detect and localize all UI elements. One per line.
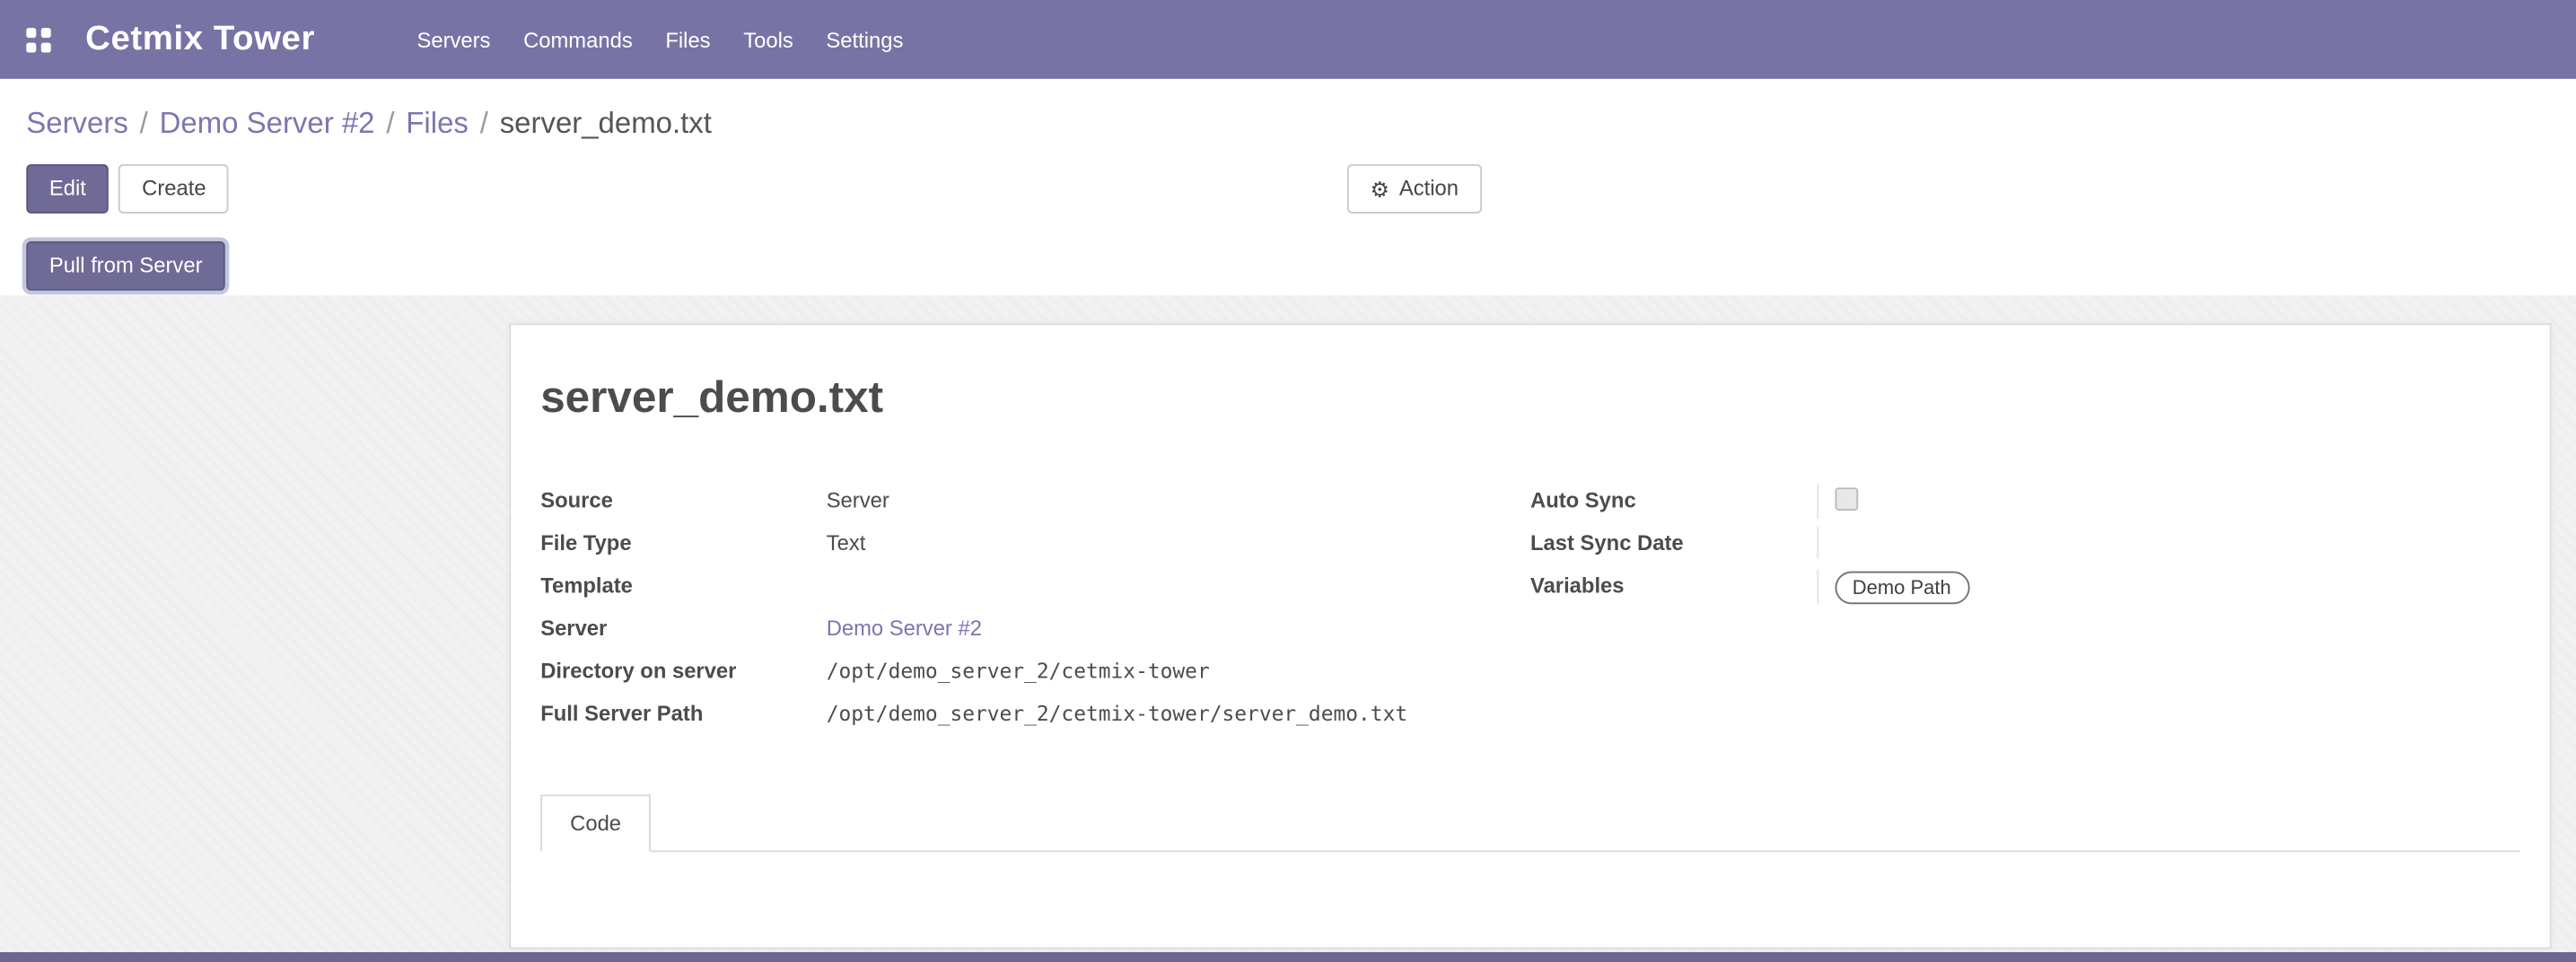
- breadcrumb-separator: /: [140, 107, 148, 140]
- action-menu-button[interactable]: ⚙ Action: [1347, 164, 1482, 214]
- field-label: Source: [540, 485, 826, 516]
- field-row-server: Server Demo Server #2: [540, 612, 1530, 655]
- field-value: [1817, 527, 2520, 558]
- breadcrumb-servers[interactable]: Servers: [26, 107, 128, 140]
- field-group-left: Source Server File Type Text Template Se…: [540, 485, 1530, 740]
- auto-sync-checkbox[interactable]: [1835, 487, 1858, 511]
- form-sheet: server_demo.txt Source Server File Type …: [509, 323, 2551, 949]
- form-view-background: server_demo.txt Source Server File Type …: [0, 295, 2576, 962]
- tab-code[interactable]: Code: [540, 794, 651, 852]
- action-menu-label: Action: [1399, 176, 1459, 202]
- breadcrumb-current: server_demo.txt: [500, 107, 712, 140]
- field-value: /opt/demo_server_2/cetmix-tower/server_d…: [827, 697, 1530, 729]
- statusbar: Pull from Server: [26, 241, 225, 291]
- field-row-variables: Variables Demo Path: [1530, 570, 2520, 613]
- field-label: File Type: [540, 527, 826, 558]
- field-value: Text: [827, 527, 1530, 558]
- bottom-edge-strip: [0, 952, 2576, 962]
- breadcrumb-separator: /: [480, 107, 488, 140]
- record-title: server_demo.txt: [540, 371, 2520, 424]
- menu-item-tools[interactable]: Tools: [727, 13, 810, 66]
- field-label: Full Server Path: [540, 697, 826, 729]
- field-label: Variables: [1530, 570, 1816, 601]
- menu-item-commands[interactable]: Commands: [507, 13, 649, 66]
- field-value: /opt/demo_server_2/cetmix-tower: [827, 655, 1530, 687]
- field-group-right: Auto Sync Last Sync Date Variables Demo …: [1530, 485, 2520, 740]
- app-brand[interactable]: Cetmix Tower: [85, 20, 315, 59]
- field-label: Auto Sync: [1530, 485, 1816, 516]
- menu-item-servers[interactable]: Servers: [400, 13, 507, 66]
- main-menu: Servers Commands Files Tools Settings: [400, 13, 920, 66]
- field-groups: Source Server File Type Text Template Se…: [540, 485, 2520, 740]
- code-tab-content: [540, 852, 2520, 947]
- breadcrumb-files[interactable]: Files: [406, 107, 469, 140]
- field-row-template: Template: [540, 570, 1530, 613]
- control-panel-buttons: Edit Create: [26, 164, 229, 214]
- menu-item-settings[interactable]: Settings: [810, 13, 920, 66]
- field-label: Server: [540, 612, 826, 643]
- field-row-file-type: File Type Text: [540, 527, 1530, 570]
- edit-button[interactable]: Edit: [26, 164, 109, 214]
- field-label: Template: [540, 570, 826, 601]
- menu-item-files[interactable]: Files: [649, 13, 727, 66]
- gear-icon: ⚙: [1371, 178, 1389, 199]
- server-record-link[interactable]: Demo Server #2: [827, 616, 982, 640]
- field-row-auto-sync: Auto Sync: [1530, 485, 2520, 528]
- breadcrumb-demo-server-2[interactable]: Demo Server #2: [160, 107, 375, 140]
- field-value: Server: [827, 485, 1530, 516]
- field-value: [827, 570, 1530, 601]
- variable-tag-demo-path[interactable]: Demo Path: [1835, 572, 1969, 605]
- field-label: Last Sync Date: [1530, 527, 1816, 558]
- pull-from-server-button[interactable]: Pull from Server: [26, 241, 225, 291]
- apps-grid-icon[interactable]: [26, 27, 50, 51]
- field-label: Directory on server: [540, 655, 826, 687]
- field-row-directory: Directory on server /opt/demo_server_2/c…: [540, 655, 1530, 698]
- breadcrumb: Servers / Demo Server #2 / Files / server_demo…: [26, 103, 712, 143]
- field-row-source: Source Server: [540, 485, 1530, 528]
- app-window: Cetmix Tower Servers Commands Files Tool…: [0, 0, 2576, 962]
- create-button[interactable]: Create: [119, 164, 230, 214]
- notebook-tabs: Code: [540, 793, 2520, 853]
- breadcrumb-separator: /: [386, 107, 394, 140]
- field-row-full-path: Full Server Path /opt/demo_server_2/cetm…: [540, 697, 1530, 740]
- field-row-last-sync-date: Last Sync Date: [1530, 527, 2520, 570]
- top-navbar: Cetmix Tower Servers Commands Files Tool…: [0, 0, 2576, 79]
